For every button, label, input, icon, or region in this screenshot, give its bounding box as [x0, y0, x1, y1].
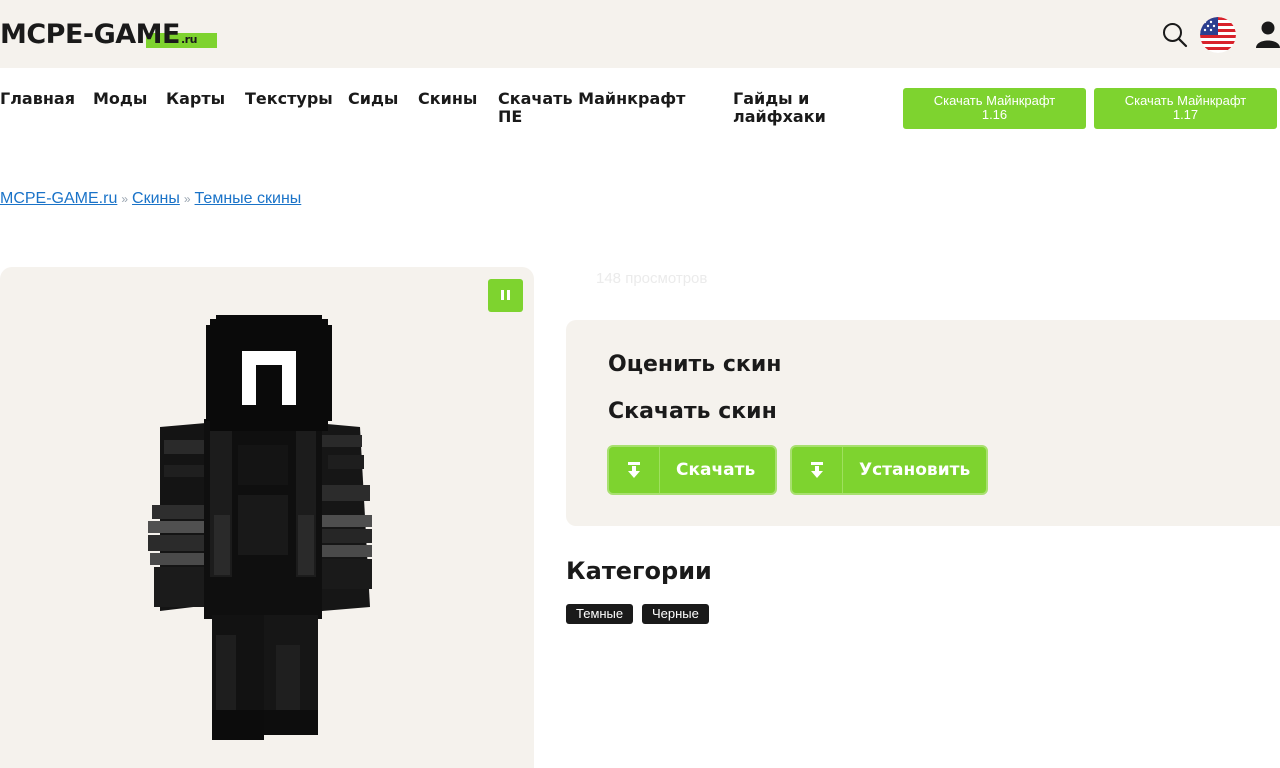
search-icon[interactable] [1162, 22, 1188, 48]
rate-skin-title: Оценить скин [608, 352, 782, 377]
button-label: Скачать Майнкрафт [1124, 93, 1247, 108]
nav-item-skins[interactable]: Скины [418, 90, 477, 108]
nav-item-home[interactable]: Главная [0, 90, 75, 108]
breadcrumb-home[interactable]: MCPE-GAME.ru [0, 190, 117, 207]
views-count: 148 просмотров [596, 270, 708, 287]
nav-item-download-pe[interactable]: Скачать Майнкрафт ПЕ [498, 90, 698, 126]
us-flag-icon[interactable] [1200, 17, 1236, 53]
nav-item-textures[interactable]: Текстуры [245, 90, 333, 108]
main-nav: Главная Моды Карты Текстуры Сиды Скины С… [0, 68, 1280, 140]
button-version: 1.17 [1172, 107, 1199, 122]
breadcrumb-skins[interactable]: Скины [132, 190, 180, 207]
categories-title: Категории [566, 557, 712, 585]
nav-item-maps[interactable]: Карты [166, 90, 225, 108]
nav-item-mods[interactable]: Моды [93, 90, 147, 108]
download-skin-title: Скачать скин [608, 399, 777, 424]
button-version: 1.16 [981, 107, 1008, 122]
nav-item-guides[interactable]: Гайды и лайфхаки [733, 90, 843, 126]
breadcrumb-separator: » [121, 192, 129, 206]
install-icon-box [792, 447, 843, 493]
skin-model [148, 315, 372, 740]
breadcrumb-dark-skins[interactable]: Темные скины [195, 190, 302, 207]
breadcrumb: MCPE-GAME.ru » Скины» Темные скины [0, 189, 301, 209]
breadcrumb-separator: » [183, 192, 191, 206]
user-icon[interactable] [1256, 20, 1280, 48]
site-logo[interactable]: MCPE-GAME.ru [0, 19, 217, 50]
download-icon-box [609, 447, 660, 493]
install-label: Установить [859, 460, 971, 480]
pause-button[interactable] [488, 279, 523, 312]
logo-suffix: .ru [181, 33, 197, 46]
download-icon [628, 462, 640, 478]
nav-item-seeds[interactable]: Сиды [348, 90, 398, 108]
pause-icon [501, 290, 504, 300]
pause-icon [507, 290, 510, 300]
download-minecraft-117-button[interactable]: Скачать Майнкрафт 1.17 [1094, 88, 1277, 129]
download-minecraft-116-button[interactable]: Скачать Майнкрафт 1.16 [903, 88, 1086, 129]
download-button[interactable]: Скачать [607, 445, 777, 495]
logo-text: MCPE-GAME [0, 19, 181, 50]
skin-preview[interactable] [0, 267, 534, 768]
button-label: Скачать Майнкрафт [933, 93, 1056, 108]
site-header: MCPE-GAME.ru [0, 0, 1280, 68]
category-tag[interactable]: Темные [566, 604, 634, 624]
category-tag[interactable]: Черные [642, 604, 709, 624]
download-icon [811, 462, 823, 478]
install-button[interactable]: Установить [790, 445, 988, 495]
download-label: Скачать [676, 460, 756, 480]
skin-actions-panel: Оценить скин Скачать скин Скачать Устано… [566, 320, 1280, 526]
